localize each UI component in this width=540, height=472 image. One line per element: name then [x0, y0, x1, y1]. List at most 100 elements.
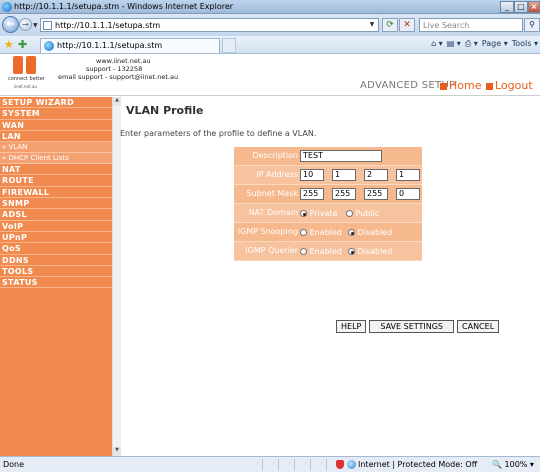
nat-public-option[interactable]: Public: [346, 209, 379, 218]
igmp-snooping-disabled-option[interactable]: Disabled: [348, 228, 392, 237]
igmp-querier-enabled-option[interactable]: Enabled: [300, 247, 342, 256]
minimize-button[interactable]: _: [500, 1, 514, 13]
home-icon[interactable]: ⌂ ▾: [431, 39, 443, 49]
mask-octet-2[interactable]: 255: [332, 188, 356, 200]
search-icon[interactable]: ⚲: [524, 18, 540, 32]
tab-bar: ★ ✚ http://10.1.1.1/setupa.stm ⌂ ▾ ▤ ▾ ⎙…: [0, 36, 540, 54]
sidebar-item-route[interactable]: ROUTE: [0, 175, 112, 187]
close-button[interactable]: ×: [528, 1, 540, 13]
page-content: connect better iinet.net.au www.iinet.ne…: [0, 54, 540, 456]
ip-octet-3[interactable]: 2: [364, 169, 388, 181]
ie-logo-icon: [2, 2, 12, 12]
maximize-button[interactable]: □: [514, 1, 528, 13]
sidebar-item-adsl[interactable]: ADSL: [0, 209, 112, 221]
page-menu[interactable]: Page ▾: [482, 39, 508, 49]
sidebar-item-upnp[interactable]: UPnP: [0, 232, 112, 244]
security-zone[interactable]: Internet | Protected Mode: Off: [336, 460, 477, 469]
page-title: VLAN Profile: [126, 104, 204, 117]
print-icon[interactable]: ⎙ ▾: [465, 39, 478, 49]
ip-octet-2[interactable]: 1: [332, 169, 356, 181]
igmp-querier-disabled-option[interactable]: Disabled: [348, 247, 392, 256]
add-favorite-icon[interactable]: ✚: [18, 38, 27, 51]
page-icon: [43, 21, 52, 30]
feeds-icon[interactable]: ▤ ▾: [447, 39, 461, 49]
ip-address-label: IP Address: [256, 170, 298, 179]
description-input[interactable]: TEST: [300, 150, 382, 162]
nat-domain-row: NAT Domain Private Public: [234, 204, 422, 223]
scroll-down-icon[interactable]: ▼: [113, 447, 121, 456]
address-bar: ← → ▼ http://10.1.1.1/setupa.stm ▼ ⟳ ✕ L…: [0, 14, 540, 36]
command-bar: ⌂ ▾ ▤ ▾ ⎙ ▾ Page ▾ Tools ▾: [431, 39, 538, 49]
sidebar-scrollbar[interactable]: ▲ ▼: [112, 97, 121, 456]
url-field[interactable]: http://10.1.1.1/setupa.stm ▼: [40, 18, 379, 32]
nat-public-radio[interactable]: [346, 210, 353, 217]
ip-octet-1[interactable]: 10: [300, 169, 324, 181]
igmp-querier-enabled-radio[interactable]: [300, 248, 307, 255]
mask-octet-3[interactable]: 255: [364, 188, 388, 200]
scroll-up-icon[interactable]: ▲: [113, 97, 121, 106]
new-tab-button[interactable]: [222, 38, 236, 53]
contact-email: email support - support@iinet.net.au: [58, 73, 179, 81]
page-description: Enter parameters of the profile to defin…: [120, 129, 317, 138]
sidebar-item-dhcp-client-lists[interactable]: » DHCP Client Lists: [0, 153, 112, 165]
logout-link[interactable]: Logout: [486, 79, 533, 92]
tab-active[interactable]: http://10.1.1.1/setupa.stm: [40, 38, 220, 53]
vlan-form: Description TEST IP Address 10 1 2 1 Sub…: [234, 147, 540, 261]
sidebar-item-tools[interactable]: TOOLS: [0, 266, 112, 278]
home-link[interactable]: Home: [440, 79, 481, 92]
search-input[interactable]: Live Search: [419, 18, 523, 32]
sidebar-item-vlan[interactable]: » VLAN: [0, 142, 112, 154]
contact-website: www.iinet.net.au: [96, 57, 151, 65]
sidebar-menu: SETUP WIZARD SYSTEM WAN LAN» VLAN» DHCP Cli…: [0, 97, 112, 456]
sidebar-item-firewall[interactable]: FIREWALL: [0, 187, 112, 199]
cancel-button[interactable]: CANCEL: [457, 320, 500, 333]
sidebar-item-system[interactable]: SYSTEM: [0, 108, 112, 120]
mask-octet-4[interactable]: 0: [396, 188, 420, 200]
save-settings-button[interactable]: SAVE SETTINGS: [369, 320, 455, 333]
subnet-mask-label: Subnet Mask: [246, 189, 298, 198]
back-button[interactable]: ←: [2, 16, 19, 33]
igmp-snooping-enabled-option[interactable]: Enabled: [300, 228, 342, 237]
stop-button[interactable]: ✕: [399, 18, 415, 32]
igmp-snooping-enabled-radio[interactable]: [300, 229, 307, 236]
sidebar-item-qos[interactable]: QoS: [0, 243, 112, 255]
url-dropdown-icon[interactable]: ▼: [367, 20, 377, 30]
window-title: http://10.1.1.1/setupa.stm - Windows Int…: [14, 2, 234, 11]
iinet-logo: connect better iinet.net.au: [8, 56, 48, 90]
status-text: Done: [3, 460, 25, 469]
description-label: Description: [252, 151, 298, 160]
tools-menu[interactable]: Tools ▾: [512, 39, 538, 49]
sidebar-item-setup-wizard[interactable]: SETUP WIZARD: [0, 97, 112, 109]
window-controls: _ □ ×: [500, 1, 540, 13]
igmp-querier-row: IGMP Querier Enabled Disabled: [234, 242, 422, 261]
forward-button[interactable]: →: [19, 18, 32, 31]
sidebar-item-voip[interactable]: VoIP: [0, 221, 112, 232]
sidebar-item-ddns[interactable]: DDNS: [0, 255, 112, 266]
zoom-level[interactable]: 🔍 100% ▾: [492, 460, 534, 469]
igmp-snooping-disabled-radio[interactable]: [348, 229, 355, 236]
nat-private-radio[interactable]: [300, 210, 307, 217]
contact-phone: support - 132258: [86, 65, 143, 73]
search-placeholder: Live Search: [423, 21, 470, 30]
action-buttons: HELP SAVE SETTINGS CANCEL: [336, 320, 500, 333]
sidebar-item-wan[interactable]: WAN: [0, 120, 112, 131]
window-title-bar: http://10.1.1.1/setupa.stm - Windows Int…: [0, 0, 540, 14]
nat-domain-label: NAT Domain: [248, 208, 298, 217]
globe-icon: [347, 460, 356, 469]
ip-octet-4[interactable]: 1: [396, 169, 420, 181]
sidebar-item-lan[interactable]: LAN: [0, 131, 112, 143]
logo-tagline: connect better: [8, 76, 45, 82]
history-dropdown-icon[interactable]: ▼: [33, 22, 38, 29]
igmp-snooping-row: IGMP Snooping Enabled Disabled: [234, 223, 422, 242]
help-button[interactable]: HELP: [336, 320, 367, 333]
favorites-star-icon[interactable]: ★: [4, 38, 14, 51]
refresh-button[interactable]: ⟳: [382, 18, 398, 32]
sidebar-item-snmp[interactable]: SNMP: [0, 198, 112, 210]
nat-private-option[interactable]: Private: [300, 209, 337, 218]
sidebar-item-nat[interactable]: NAT: [0, 164, 112, 176]
url-text: http://10.1.1.1/setupa.stm: [55, 21, 161, 30]
ip-address-row: IP Address 10 1 2 1: [234, 166, 422, 185]
sidebar-item-status[interactable]: STATUS: [0, 277, 112, 289]
igmp-querier-disabled-radio[interactable]: [348, 248, 355, 255]
mask-octet-1[interactable]: 255: [300, 188, 324, 200]
